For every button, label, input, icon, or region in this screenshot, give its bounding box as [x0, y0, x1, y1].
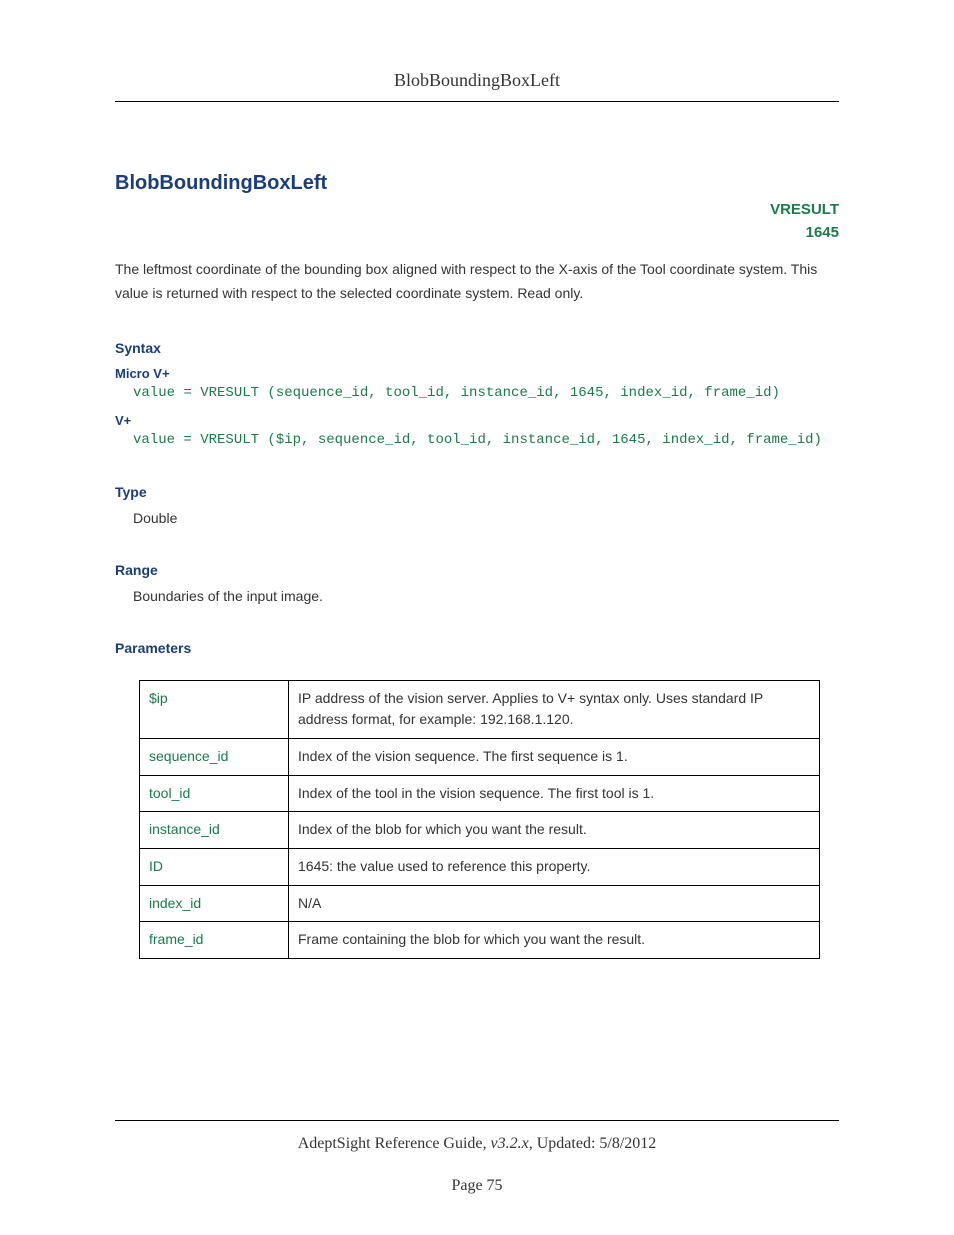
param-desc: 1645: the value used to reference this p…: [289, 849, 820, 886]
result-code: 1645: [115, 222, 839, 245]
footer-citation: AdeptSight Reference Guide, v3.2.x, Upda…: [115, 1120, 839, 1153]
param-desc: Index of the blob for which you want the…: [289, 812, 820, 849]
parameters-section: Parameters $ip IP address of the vision …: [115, 640, 839, 960]
syntax-micro-code: value = VRESULT (sequence_id, tool_id, i…: [133, 385, 839, 401]
table-row: frame_id Frame containing the blob for w…: [140, 922, 820, 959]
syntax-section: Syntax Micro V+ value = VRESULT (sequenc…: [115, 340, 839, 448]
result-type-label: VRESULT: [115, 199, 839, 222]
parameters-heading: Parameters: [115, 640, 839, 656]
table-row: sequence_id Index of the vision sequence…: [140, 738, 820, 775]
page-footer: AdeptSight Reference Guide, v3.2.x, Upda…: [115, 1120, 839, 1195]
param-name: $ip: [140, 680, 289, 738]
table-row: instance_id Index of the blob for which …: [140, 812, 820, 849]
type-heading: Type: [115, 484, 839, 500]
param-desc: IP address of the vision server. Applies…: [289, 680, 820, 738]
syntax-vplus-label: V+: [115, 413, 839, 428]
param-desc: N/A: [289, 885, 820, 922]
param-name: index_id: [140, 885, 289, 922]
param-name: frame_id: [140, 922, 289, 959]
syntax-heading: Syntax: [115, 340, 839, 356]
parameters-table: $ip IP address of the vision server. App…: [139, 680, 820, 960]
param-name: instance_id: [140, 812, 289, 849]
type-value: Double: [133, 510, 839, 526]
topic-description: The leftmost coordinate of the bounding …: [115, 258, 839, 306]
page-header-title: BlobBoundingBoxLeft: [115, 70, 839, 102]
footer-updated: , Updated: 5/8/2012: [529, 1135, 657, 1152]
param-desc: Frame containing the blob for which you …: [289, 922, 820, 959]
range-section: Range Boundaries of the input image.: [115, 562, 839, 604]
syntax-micro-label: Micro V+: [115, 366, 839, 381]
page-number: Page 75: [115, 1177, 839, 1195]
param-desc: Index of the vision sequence. The first …: [289, 738, 820, 775]
param-name: tool_id: [140, 775, 289, 812]
footer-guide: AdeptSight Reference Guide: [298, 1135, 483, 1152]
table-row: ID 1645: the value used to reference thi…: [140, 849, 820, 886]
table-row: $ip IP address of the vision server. App…: [140, 680, 820, 738]
table-row: index_id N/A: [140, 885, 820, 922]
footer-version: , v3.2.x: [483, 1135, 529, 1152]
parameters-tbody: $ip IP address of the vision server. App…: [140, 680, 820, 959]
result-meta: VRESULT 1645: [115, 199, 839, 244]
topic-heading: BlobBoundingBoxLeft: [115, 172, 839, 195]
syntax-vplus-code: value = VRESULT ($ip, sequence_id, tool_…: [133, 432, 839, 448]
document-page: BlobBoundingBoxLeft BlobBoundingBoxLeft …: [0, 0, 954, 1235]
range-value: Boundaries of the input image.: [133, 588, 839, 604]
type-section: Type Double: [115, 484, 839, 526]
param-desc: Index of the tool in the vision sequence…: [289, 775, 820, 812]
range-heading: Range: [115, 562, 839, 578]
param-name: ID: [140, 849, 289, 886]
table-row: tool_id Index of the tool in the vision …: [140, 775, 820, 812]
param-name: sequence_id: [140, 738, 289, 775]
